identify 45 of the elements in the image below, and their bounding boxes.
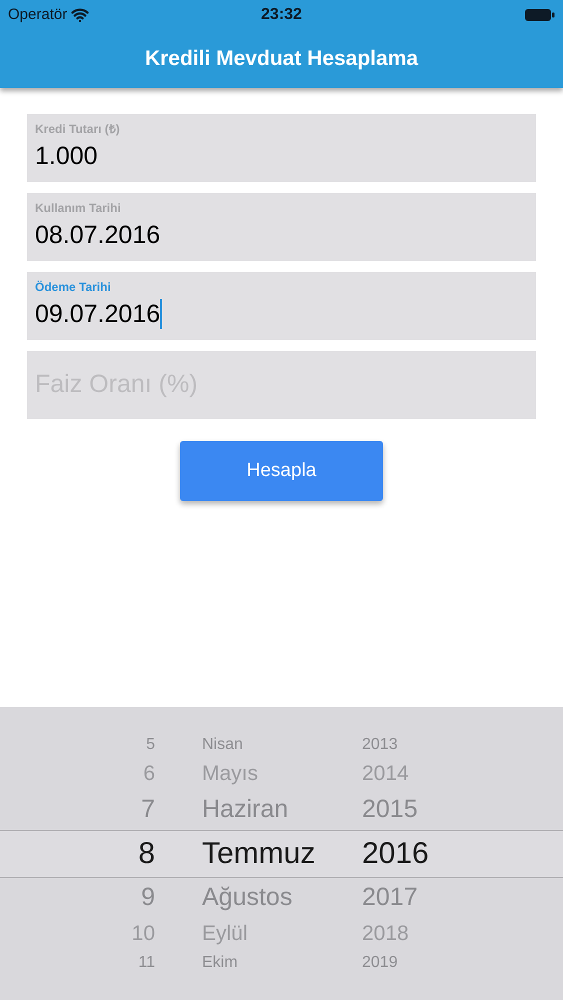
picker-year: 2015 bbox=[362, 794, 418, 825]
picker-year: 2014 bbox=[362, 760, 409, 787]
field-label: Kullanım Tarihi bbox=[35, 201, 121, 215]
field-label: Ödeme Tarihi bbox=[35, 280, 111, 294]
picker-row[interactable]: 7 Haziran 2015 bbox=[0, 790, 563, 830]
picker-row[interactable]: 8 Temmuz 2016 bbox=[0, 830, 563, 878]
text-cursor bbox=[160, 299, 162, 329]
input-field[interactable]: Kullanım Tarihi 08.07.2016 bbox=[27, 193, 536, 261]
picker-month: Nisan bbox=[202, 734, 244, 754]
battery-icon bbox=[524, 8, 555, 22]
date-picker[interactable]: 5 Nisan 2013 6 Mayıs 2014 7 Haziran 2015 8 Temmuz 2016 9 Ağustos 2017 10 Eylül 2018 11 Ekim 2019 bbox=[0, 707, 563, 1000]
screen-title: Kredili Mevduat Hesaplama bbox=[144, 46, 418, 72]
picker-month: Ağustos bbox=[202, 882, 294, 913]
picker-row[interactable]: 6 Mayıs 2014 bbox=[0, 758, 563, 790]
status-time: 23:32 bbox=[261, 5, 302, 25]
picker-row[interactable]: 9 Ağustos 2017 bbox=[0, 878, 563, 918]
wifi-icon bbox=[71, 6, 90, 24]
picker-day: 10 bbox=[0, 918, 155, 950]
carrier-label: Operatör bbox=[8, 4, 68, 25]
picker-year: 2017 bbox=[362, 882, 418, 913]
picker-day: 7 bbox=[0, 790, 155, 828]
picker-day: 5 bbox=[0, 732, 155, 756]
field-value: 08.07.2016 bbox=[35, 220, 160, 251]
picker-day: 6 bbox=[0, 758, 155, 790]
picker-day: 8 bbox=[0, 831, 155, 876]
field-label: Kredi Tutarı (₺) bbox=[35, 122, 120, 136]
picker-day: 9 bbox=[0, 878, 155, 916]
picker-month: Eylül bbox=[202, 920, 249, 947]
picker-year: 2018 bbox=[362, 920, 409, 947]
field-value: 09.07.2016 bbox=[35, 299, 160, 330]
picker-year: 2019 bbox=[362, 952, 398, 972]
picker-month: Haziran bbox=[202, 794, 290, 825]
calculate-button[interactable]: Hesapla bbox=[180, 441, 383, 501]
picker-month: Temmuz bbox=[202, 836, 316, 872]
input-field[interactable]: Kredi Tutarı (₺) 1.000 bbox=[27, 114, 536, 182]
picker-month: Mayıs bbox=[202, 760, 260, 787]
picker-day: 11 bbox=[0, 950, 155, 974]
picker-row[interactable]: 10 Eylül 2018 bbox=[0, 918, 563, 950]
picker-row[interactable]: 11 Ekim 2019 bbox=[0, 950, 563, 976]
input-field[interactable]: Ödeme Tarihi 09.07.2016 bbox=[27, 272, 536, 340]
field-value: 1.000 bbox=[35, 141, 98, 172]
picker-year: 2016 bbox=[362, 836, 429, 872]
picker-year: 2013 bbox=[362, 734, 398, 754]
picker-row[interactable]: 5 Nisan 2013 bbox=[0, 732, 563, 758]
picker-month: Ekim bbox=[202, 952, 239, 972]
